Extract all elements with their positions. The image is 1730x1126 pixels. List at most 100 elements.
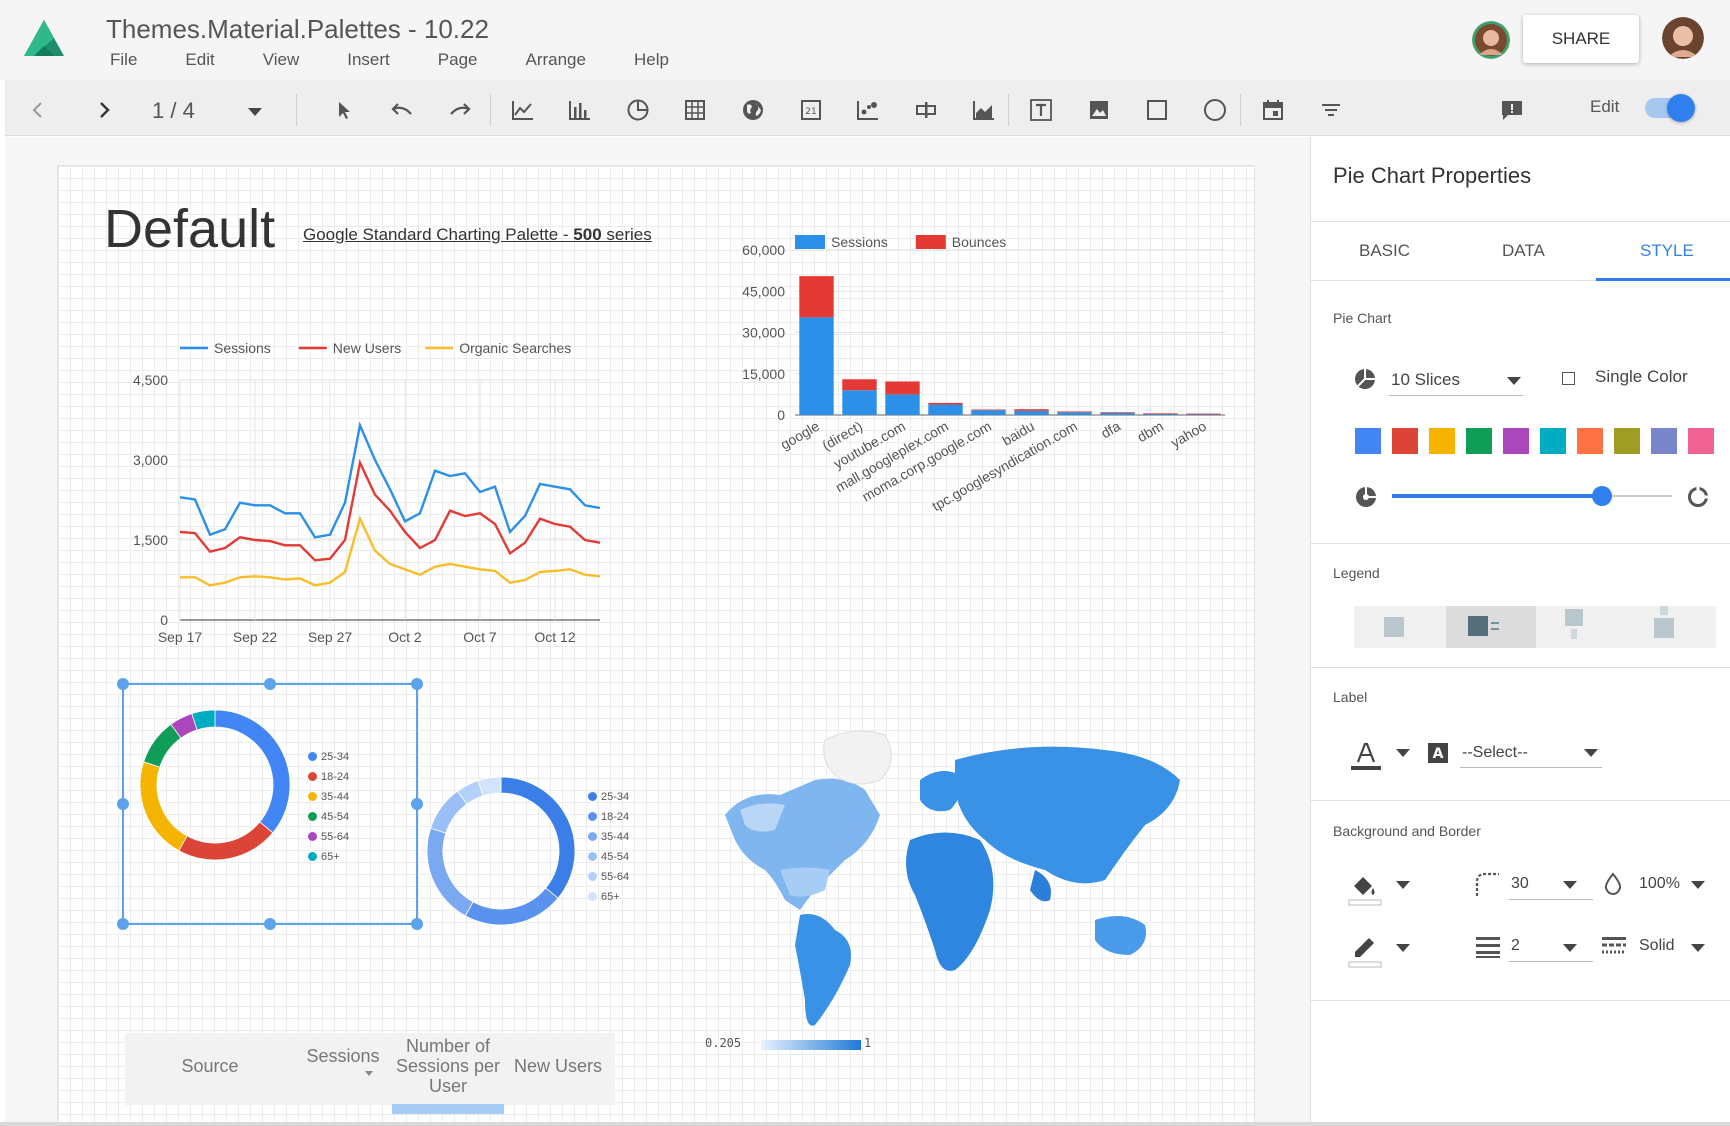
palette-link-text[interactable]: Google Standard Charting Palette - xyxy=(303,225,573,244)
slice-color-swatch[interactable] xyxy=(1355,428,1381,454)
toggle-knob[interactable] xyxy=(1667,94,1695,122)
legend-none-icon[interactable] xyxy=(1384,617,1404,637)
slice-color-swatch[interactable] xyxy=(1540,428,1566,454)
slice-color-swatch[interactable] xyxy=(1688,428,1714,454)
share-button[interactable]: SHARE xyxy=(1523,15,1639,63)
text-icon[interactable] xyxy=(1027,96,1055,124)
border-weight-dropdown-icon[interactable] xyxy=(1563,944,1577,952)
slice-color-swatch[interactable] xyxy=(1614,428,1640,454)
font-color-icon[interactable] xyxy=(1350,740,1382,772)
area-chart-icon[interactable] xyxy=(970,96,998,124)
bullet-icon[interactable] xyxy=(912,96,940,124)
date-range-icon[interactable] xyxy=(1259,96,1287,124)
data-studio-logo-icon[interactable] xyxy=(22,18,66,58)
border-color-dropdown-icon[interactable] xyxy=(1396,944,1410,952)
selection-box[interactable] xyxy=(115,676,425,932)
slices-select[interactable]: 10 Slices xyxy=(1391,370,1460,390)
border-radius-dropdown-icon[interactable] xyxy=(1563,881,1577,889)
border-radius-select[interactable]: 30 xyxy=(1511,875,1529,893)
text-style-icon[interactable]: A xyxy=(1427,742,1449,764)
legend-right-icon[interactable] xyxy=(1468,616,1488,636)
donut-legend-label: 65+ xyxy=(601,891,620,903)
menu-insert[interactable]: Insert xyxy=(347,50,390,70)
fill-color-dropdown-icon[interactable] xyxy=(1396,881,1410,889)
pie-chart-icon[interactable] xyxy=(624,96,652,124)
slice-color-swatch[interactable] xyxy=(1651,428,1677,454)
slice-color-swatch[interactable] xyxy=(1392,428,1418,454)
menu-file[interactable]: File xyxy=(110,50,137,70)
time-series-icon[interactable] xyxy=(509,96,537,124)
geo-map-chart[interactable] xyxy=(705,720,1210,1040)
bar-segment xyxy=(971,410,1006,415)
label-dropdown-icon[interactable] xyxy=(1584,749,1598,757)
pointer-icon[interactable] xyxy=(330,96,358,124)
age-donut-chart-mono[interactable] xyxy=(418,768,584,934)
slice-color-swatch[interactable] xyxy=(1503,428,1529,454)
page-divider: / xyxy=(170,98,183,123)
geo-map-icon[interactable] xyxy=(739,96,767,124)
tab-style[interactable]: STYLE xyxy=(1640,241,1694,261)
menu-bar: File Edit View Insert Page Arrange Help xyxy=(110,50,717,70)
scorecard-icon[interactable]: 21 xyxy=(797,96,825,124)
page-current: 1 xyxy=(152,98,165,123)
undo-icon[interactable] xyxy=(388,96,416,124)
slices-dropdown-icon[interactable] xyxy=(1507,377,1521,385)
fill-color-icon[interactable] xyxy=(1348,872,1382,906)
donut-hole-slider-thumb[interactable] xyxy=(1592,486,1612,506)
opacity-select[interactable]: 100% xyxy=(1639,875,1680,893)
border-style-dropdown-icon[interactable] xyxy=(1691,944,1705,952)
border-weight-select[interactable]: 2 xyxy=(1511,937,1520,955)
menu-arrange[interactable]: Arrange xyxy=(525,50,585,70)
rectangle-icon[interactable] xyxy=(1143,96,1171,124)
bar-x-tick: yahoo xyxy=(1168,418,1209,451)
bar-chart-icon[interactable] xyxy=(566,96,594,124)
bar-y-tick: 30,000 xyxy=(742,325,785,341)
menu-edit[interactable]: Edit xyxy=(185,50,214,70)
circle-icon[interactable] xyxy=(1201,96,1229,124)
user-avatar[interactable] xyxy=(1662,17,1704,59)
slice-color-swatch[interactable] xyxy=(1429,428,1455,454)
label-select-underline xyxy=(1460,767,1602,768)
report-title[interactable]: Default xyxy=(104,198,275,260)
tab-data[interactable]: DATA xyxy=(1502,241,1545,261)
document-title[interactable]: Themes.Material.Palettes - 10.22 xyxy=(106,14,489,45)
scatter-icon[interactable] xyxy=(854,96,882,124)
prev-page-icon[interactable] xyxy=(24,96,52,124)
label-select[interactable]: --Select-- xyxy=(1462,744,1528,762)
legend-top-icon[interactable] xyxy=(1654,618,1674,638)
comment-icon[interactable] xyxy=(1498,96,1526,124)
single-color-label: Single Color xyxy=(1595,367,1688,386)
tab-basic[interactable]: BASIC xyxy=(1359,241,1410,261)
table-icon[interactable] xyxy=(681,96,709,124)
next-page-icon[interactable] xyxy=(90,96,118,124)
table-header-source[interactable]: Source xyxy=(160,1056,260,1076)
font-color-dropdown-icon[interactable] xyxy=(1396,749,1410,757)
time-series-chart[interactable]: Sessions New Users Organic Searches 0 1,500 3… xyxy=(110,335,630,655)
redo-icon[interactable] xyxy=(446,96,474,124)
slice-color-swatch[interactable] xyxy=(1577,428,1603,454)
menu-view[interactable]: View xyxy=(263,50,300,70)
opacity-dropdown-icon[interactable] xyxy=(1691,881,1705,889)
stacked-bar-chart[interactable]: Sessions Bounces 0 15,000 30,000 45,000 60,000… xyxy=(720,225,1230,595)
table-header-new-users[interactable]: New Users xyxy=(508,1056,608,1076)
border-color-icon[interactable] xyxy=(1348,934,1382,968)
edit-mode-toggle[interactable] xyxy=(1645,94,1695,122)
sort-desc-icon[interactable] xyxy=(365,1071,373,1076)
menu-page[interactable]: Page xyxy=(438,50,478,70)
table-header-sessions[interactable]: Sessions xyxy=(290,1046,396,1066)
collaborator-avatar[interactable] xyxy=(1472,21,1510,59)
palette-link-suffix[interactable]: series xyxy=(602,225,651,244)
image-icon[interactable] xyxy=(1085,96,1113,124)
border-style-select[interactable]: Solid xyxy=(1639,937,1675,955)
slice-color-swatch[interactable] xyxy=(1466,428,1492,454)
table-header-sessions-per-user[interactable]: Number of Sessions per User xyxy=(392,1036,504,1096)
filter-icon[interactable] xyxy=(1317,96,1345,124)
single-color-checkbox[interactable] xyxy=(1562,372,1575,385)
palette-link[interactable]: Google Standard Charting Palette - 500 s… xyxy=(303,225,652,245)
legend-bottom-icon[interactable] xyxy=(1565,609,1583,626)
page-dropdown-icon[interactable] xyxy=(248,108,262,116)
line-legend-label: Organic Searches xyxy=(459,340,571,356)
legend-dot-icon xyxy=(588,812,597,821)
menu-help[interactable]: Help xyxy=(634,50,669,70)
palette-link-count[interactable]: 500 xyxy=(573,225,601,244)
